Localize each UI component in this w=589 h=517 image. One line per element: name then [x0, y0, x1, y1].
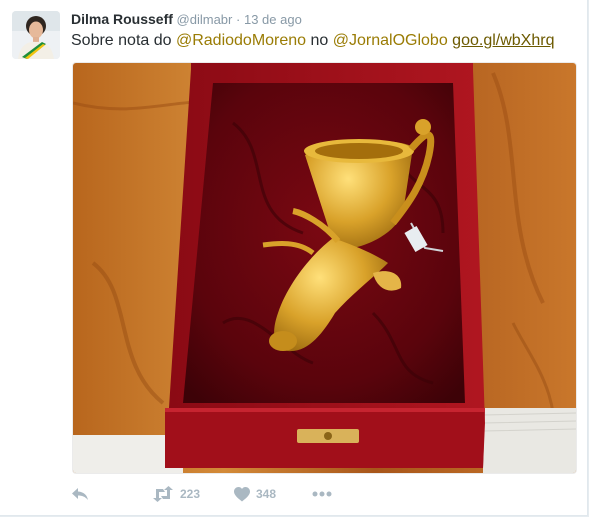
tweet-photo[interactable]: [72, 62, 577, 474]
tweet-text-prefix: Sobre nota do: [71, 32, 176, 49]
mention-jornaloglobo[interactable]: @JornalOGlobo: [333, 32, 448, 49]
tweet-link[interactable]: goo.gl/wbXhrq: [452, 32, 554, 49]
tweet-timestamp[interactable]: 13 de ago: [244, 12, 302, 27]
more-icon: [312, 491, 332, 497]
photo-golden-rhyton-in-box: [73, 63, 576, 473]
reply-icon: [72, 488, 88, 500]
more-button[interactable]: [312, 484, 332, 504]
avatar[interactable]: [12, 11, 60, 59]
reply-button[interactable]: [71, 484, 89, 504]
meta-separator: ·: [236, 12, 241, 27]
tweet-header: Dilma Rousseff @dilmabr · 13 de ago: [71, 11, 302, 28]
retweet-button[interactable]: 223: [152, 484, 200, 504]
like-button[interactable]: 348: [234, 484, 276, 504]
tweet-card[interactable]: Dilma Rousseff @dilmabr · 13 de ago Sobr…: [0, 0, 588, 516]
retweet-icon: [153, 486, 173, 502]
avatar-image: [12, 11, 60, 59]
retweet-count: 223: [180, 487, 201, 501]
mention-radiodomoreno[interactable]: @RadiodoMoreno: [176, 32, 306, 49]
like-count: 348: [256, 487, 277, 501]
heart-icon: [234, 486, 250, 501]
author-name[interactable]: Dilma Rousseff: [71, 11, 173, 27]
tweet-text-mid: no: [306, 32, 333, 49]
tweet-text: Sobre nota do @RadiodoMoreno no @JornalO…: [71, 30, 554, 51]
author-handle[interactable]: @dilmabr: [177, 12, 233, 27]
